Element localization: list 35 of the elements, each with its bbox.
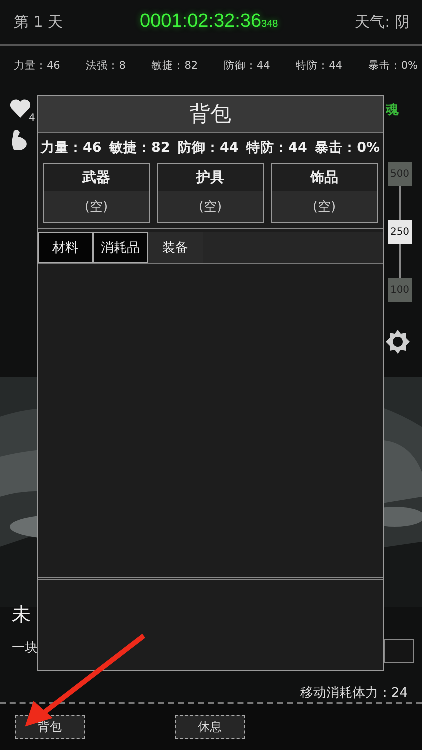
stat-text: 特防：44: [296, 59, 342, 74]
weather-text: 天气: 阴: [355, 12, 410, 32]
move-cost-text: 移动消耗体力：24: [300, 685, 408, 702]
stat-text: 力量：46: [41, 139, 102, 157]
equipment-slot[interactable]: 护具 (空): [157, 163, 264, 223]
speed-button[interactable]: 250: [388, 220, 412, 244]
slot-value: (空): [44, 191, 149, 222]
tab[interactable]: 消耗品: [93, 232, 148, 263]
location-description: 一块: [12, 640, 38, 657]
stat-text: 防御：44: [178, 139, 239, 157]
slot-value: (空): [158, 191, 263, 222]
tab[interactable]: 材料: [38, 232, 93, 263]
stat-text: 法强：8: [86, 59, 126, 74]
status-text: 魂: [386, 102, 399, 119]
stat-text: 特防：44: [246, 139, 308, 157]
slot-value: (空): [272, 191, 377, 222]
tab[interactable]: 装备: [148, 232, 203, 263]
action-button[interactable]: 休息: [175, 715, 245, 739]
input-field[interactable]: [384, 639, 414, 663]
stat-text: 暴击：0%: [315, 139, 380, 157]
heart-icon: [10, 99, 31, 118]
equipment-slot[interactable]: 武器 (空): [43, 163, 150, 223]
stat-text: 敏捷：82: [152, 59, 198, 74]
stat-text: 防御：44: [224, 59, 270, 74]
arm-icon: [10, 129, 30, 151]
location-name: 未: [12, 603, 31, 628]
stat-text: 力量：46: [14, 59, 60, 74]
health-value: 4: [29, 113, 36, 124]
day-counter: 第 1 天: [14, 12, 64, 32]
stat-text: 暴击：0%: [368, 59, 418, 74]
settings-icon[interactable]: [385, 329, 411, 355]
stat-text: 敏捷：82: [110, 139, 170, 157]
panel-title: 背包: [38, 96, 383, 133]
equipment-slot[interactable]: 饰品 (空): [271, 163, 378, 223]
game-timer: 0001:02:32:36348: [140, 11, 278, 33]
